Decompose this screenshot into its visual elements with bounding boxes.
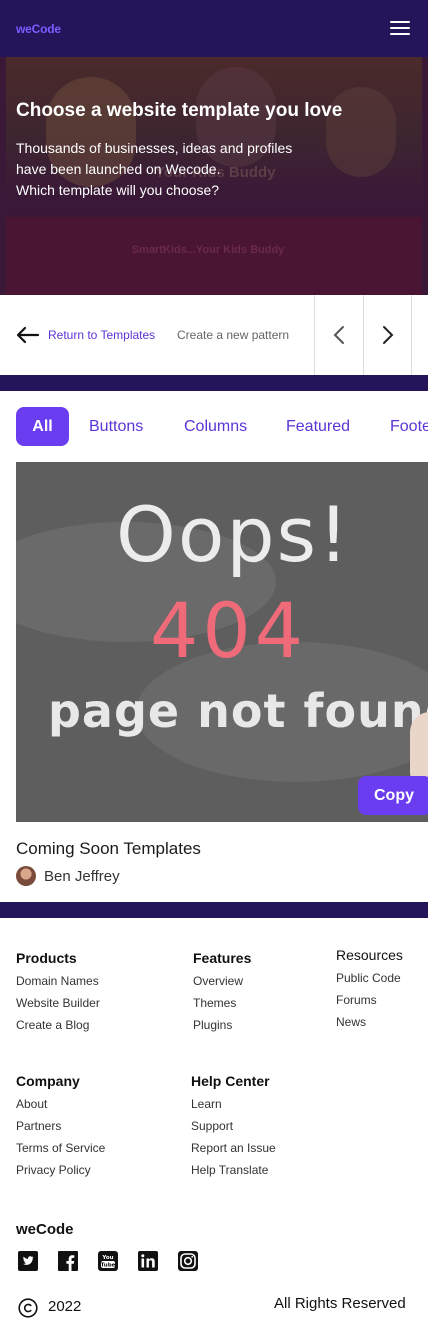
avatar [16,866,36,886]
next-button[interactable] [363,295,412,375]
chevron-right-icon [383,326,394,344]
tab-featured[interactable]: Featured [286,407,350,446]
facebook-icon[interactable] [58,1251,78,1271]
footer-link[interactable]: Learn [191,1097,222,1111]
footer-link[interactable]: Public Code [336,971,401,985]
template-title[interactable]: Coming Soon Templates [16,839,201,859]
tab-footer[interactable]: Footer [390,407,428,446]
preview-text-oops: Oops! [116,490,351,579]
hero-title: Choose a website template you love [16,100,343,121]
footer-features-title: Features [193,950,252,966]
footer-link[interactable]: Partners [16,1119,61,1133]
hero-subtitle-line: Thousands of businesses, ideas and profi… [16,140,293,156]
rights-text: All Rights Reserved [274,1295,406,1312]
author-name[interactable]: Ben Jeffrey [44,868,120,885]
footer-brand: weCode [16,1221,74,1238]
copyright-year: 2022 [48,1298,82,1315]
twitter-icon[interactable] [18,1251,38,1271]
arrow-left-icon[interactable] [16,326,40,344]
tab-all[interactable]: All [16,407,69,446]
top-bar: weCode [0,0,428,57]
youtube-icon[interactable]: You Tube [98,1251,118,1271]
footer-help-title: Help Center [191,1073,270,1089]
tab-buttons[interactable]: Buttons [89,407,143,446]
hero-subtitle: Thousands of businesses, ideas and profi… [16,138,316,201]
section-divider [0,375,428,391]
footer-company-title: Company [16,1073,80,1089]
hero-background-caption: SmartKids...Your Kids Buddy [131,244,285,256]
footer-products-title: Products [16,950,77,966]
instagram-icon[interactable] [178,1251,198,1271]
svg-text:You: You [101,1255,113,1261]
linkedin-icon[interactable] [138,1251,158,1271]
hero-subtitle-line: have been launched on Wecode. [16,161,221,177]
category-tabs: All Buttons Columns Featured Footer [16,407,428,446]
footer-link[interactable]: News [336,1015,366,1029]
footer-link[interactable]: Forums [336,993,377,1007]
footer-link[interactable]: Report an Issue [191,1141,276,1155]
template-nav-row: Return to Templates Create a new pattern [0,295,428,375]
footer-link[interactable]: Support [191,1119,233,1133]
footer-link[interactable]: Help Translate [191,1163,268,1177]
copy-button[interactable]: Copy [358,776,428,815]
svg-text:Tube: Tube [101,1263,116,1269]
footer-link[interactable]: Overview [193,974,243,988]
previous-button[interactable] [314,295,363,375]
footer-link[interactable]: Themes [193,996,236,1010]
footer-link[interactable]: About [16,1097,47,1111]
footer-link[interactable]: Domain Names [16,974,99,988]
chevron-left-icon [333,326,344,344]
return-to-templates-link[interactable]: Return to Templates [48,328,155,342]
template-preview-image[interactable]: Oops! 404 page not found. [16,462,428,822]
footer-link[interactable]: Create a Blog [16,1018,89,1032]
footer-link[interactable]: Website Builder [16,996,100,1010]
hero-subtitle-line: Which template will you choose? [16,182,220,198]
preview-text-404: 404 [150,586,308,675]
copyright-icon [18,1298,38,1318]
section-divider [0,902,428,918]
hero-banner: Your Kids Buddy SmartKids...Your Kids Bu… [0,57,428,295]
logo[interactable]: weCode [16,22,61,36]
tab-columns[interactable]: Columns [184,407,247,446]
preview-text-not-found: page not found. [48,684,428,738]
hamburger-menu-icon[interactable] [390,20,410,36]
footer-link[interactable]: Privacy Policy [16,1163,91,1177]
footer-link[interactable]: Terms of Service [16,1141,105,1155]
create-pattern-link[interactable]: Create a new pattern [177,328,289,342]
footer-resources-title: Resources [336,947,403,963]
footer-link[interactable]: Plugins [193,1018,232,1032]
